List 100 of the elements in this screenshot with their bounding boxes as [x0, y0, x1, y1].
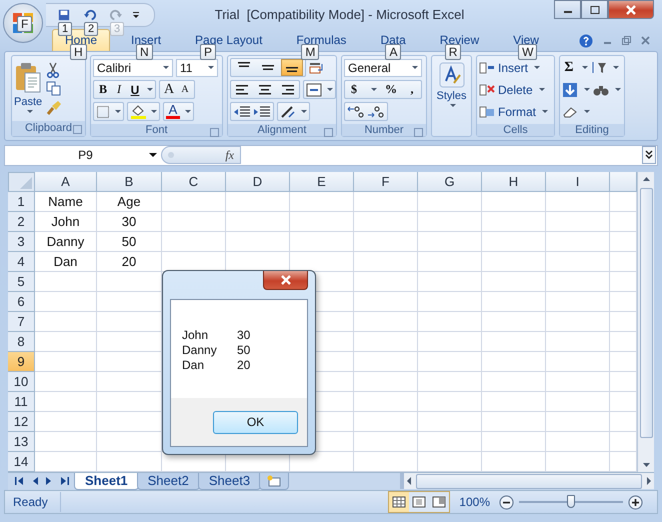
column-header[interactable]: D — [226, 172, 290, 192]
sheet-tab[interactable]: Sheet2 — [136, 472, 200, 490]
help-icon[interactable] — [579, 34, 593, 48]
cells-menu-button[interactable]: Format — [479, 102, 552, 122]
increase-decimal-icon[interactable] — [347, 104, 365, 119]
row-header[interactable]: 7 — [8, 312, 35, 332]
row-header[interactable]: 8 — [8, 332, 35, 352]
row-header[interactable]: 4 — [8, 252, 35, 272]
autosum-button[interactable]: Σ — [562, 60, 576, 76]
first-sheet-icon[interactable] — [14, 476, 25, 486]
copy-icon[interactable] — [46, 81, 62, 96]
underline-button[interactable]: U — [128, 82, 142, 97]
last-sheet-icon[interactable] — [59, 476, 70, 486]
currency-button[interactable]: $ — [347, 82, 361, 98]
column-header[interactable]: I — [546, 172, 610, 192]
column-header[interactable]: C — [162, 172, 226, 192]
italic-button[interactable]: I — [112, 82, 126, 98]
cells-menu-button[interactable]: Insert — [479, 58, 552, 78]
shrink-font-button[interactable]: A — [178, 84, 192, 96]
grow-font-button[interactable]: A — [162, 82, 176, 98]
sort-filter-icon[interactable] — [591, 60, 607, 75]
column-header[interactable]: E — [290, 172, 354, 192]
table-cell — [354, 272, 418, 292]
column-header[interactable]: B — [97, 172, 162, 192]
vertical-scrollbar[interactable] — [637, 172, 654, 472]
view-icon — [432, 496, 446, 508]
borders-icon[interactable] — [96, 104, 110, 119]
table-cell — [290, 232, 354, 252]
bold-button[interactable]: B — [96, 82, 110, 98]
scroll-thumb[interactable] — [640, 188, 652, 438]
close-icon[interactable] — [641, 36, 650, 46]
fill-down-icon[interactable] — [562, 82, 578, 98]
cells-menu-button[interactable]: Delete — [479, 80, 552, 100]
decrease-indent-icon[interactable] — [233, 104, 251, 119]
office-button[interactable]: F — [3, 3, 43, 43]
align-lines-icon — [286, 67, 298, 72]
text-orientation-icon[interactable] — [280, 104, 296, 119]
paintbrush-icon[interactable] — [46, 100, 62, 115]
column-header[interactable]: A — [35, 172, 97, 192]
merge-cells-icon[interactable] — [306, 82, 322, 97]
new-sheet-icon — [266, 474, 282, 487]
row-header[interactable]: 12 — [8, 412, 35, 432]
decrease-decimal-icon[interactable] — [367, 104, 385, 119]
page-layout-view-button[interactable] — [409, 492, 430, 512]
row-header[interactable]: 9 — [8, 352, 35, 372]
ok-button[interactable]: OK — [213, 410, 298, 434]
table-cell — [354, 392, 418, 412]
sheet-tab[interactable]: Sheet3 — [198, 472, 262, 490]
font-name-dropdown[interactable]: Calibri — [93, 58, 173, 77]
percent-button[interactable]: % — [384, 82, 398, 98]
row-header[interactable]: 3 — [8, 232, 35, 252]
maximize-button[interactable] — [581, 0, 608, 19]
normal-view-button[interactable] — [389, 492, 410, 512]
zoom-slider[interactable] — [519, 494, 623, 510]
restore-icon[interactable] — [622, 36, 631, 46]
zoom-slider-thumb[interactable] — [567, 495, 575, 508]
close-button[interactable] — [608, 0, 654, 19]
table-cell — [418, 392, 482, 412]
comma-button[interactable]: , — [405, 82, 419, 98]
customize-toolbar-icon[interactable] — [132, 11, 140, 19]
group-label: Cells — [503, 124, 528, 136]
paste-button[interactable]: Paste — [14, 58, 42, 119]
increase-indent-icon[interactable] — [253, 104, 271, 119]
column-header[interactable]: F — [354, 172, 418, 192]
cells-icon — [479, 60, 495, 75]
eraser-icon[interactable] — [562, 104, 578, 119]
close-button[interactable] — [263, 271, 308, 290]
row-header[interactable]: 13 — [8, 432, 35, 452]
zoom-level[interactable]: 100% — [455, 495, 494, 509]
minimize-button[interactable] — [554, 0, 581, 19]
group-label: Alignment — [258, 124, 306, 136]
scissors-icon[interactable] — [46, 62, 60, 78]
row-header[interactable]: 14 — [8, 452, 35, 472]
number-format-dropdown[interactable]: General — [344, 58, 422, 77]
row-header[interactable]: 6 — [8, 292, 35, 312]
row-header[interactable]: 1 — [8, 192, 35, 212]
table-cell — [354, 312, 418, 332]
fill-color-icon[interactable] — [130, 104, 146, 120]
caret-icon — [151, 110, 157, 114]
close-icon — [625, 4, 637, 14]
horizontal-scrollbar[interactable] — [400, 473, 654, 490]
zoom-in-icon[interactable] — [628, 494, 643, 510]
column-header[interactable]: G — [418, 172, 482, 192]
table-cell — [162, 212, 226, 232]
row-header[interactable]: 2 — [8, 212, 35, 232]
font-size-dropdown[interactable]: 11 — [176, 58, 218, 77]
page-break-view-button[interactable] — [429, 492, 450, 512]
scroll-thumb[interactable] — [416, 474, 642, 489]
vertical-align-button[interactable] — [281, 59, 303, 76]
sheet-tab[interactable]: Sheet1 — [74, 472, 139, 490]
row-header[interactable]: 5 — [8, 272, 35, 292]
row-header[interactable]: 10 — [8, 372, 35, 392]
column-header[interactable]: H — [482, 172, 546, 192]
insert-sheet-button[interactable] — [259, 472, 290, 490]
key-tip: W — [518, 44, 538, 60]
zoom-out-icon[interactable] — [499, 494, 514, 510]
row-header[interactable]: 11 — [8, 392, 35, 412]
wrap-text-icon[interactable] — [309, 60, 325, 75]
table-cell — [35, 312, 97, 332]
view-icon — [412, 496, 426, 508]
